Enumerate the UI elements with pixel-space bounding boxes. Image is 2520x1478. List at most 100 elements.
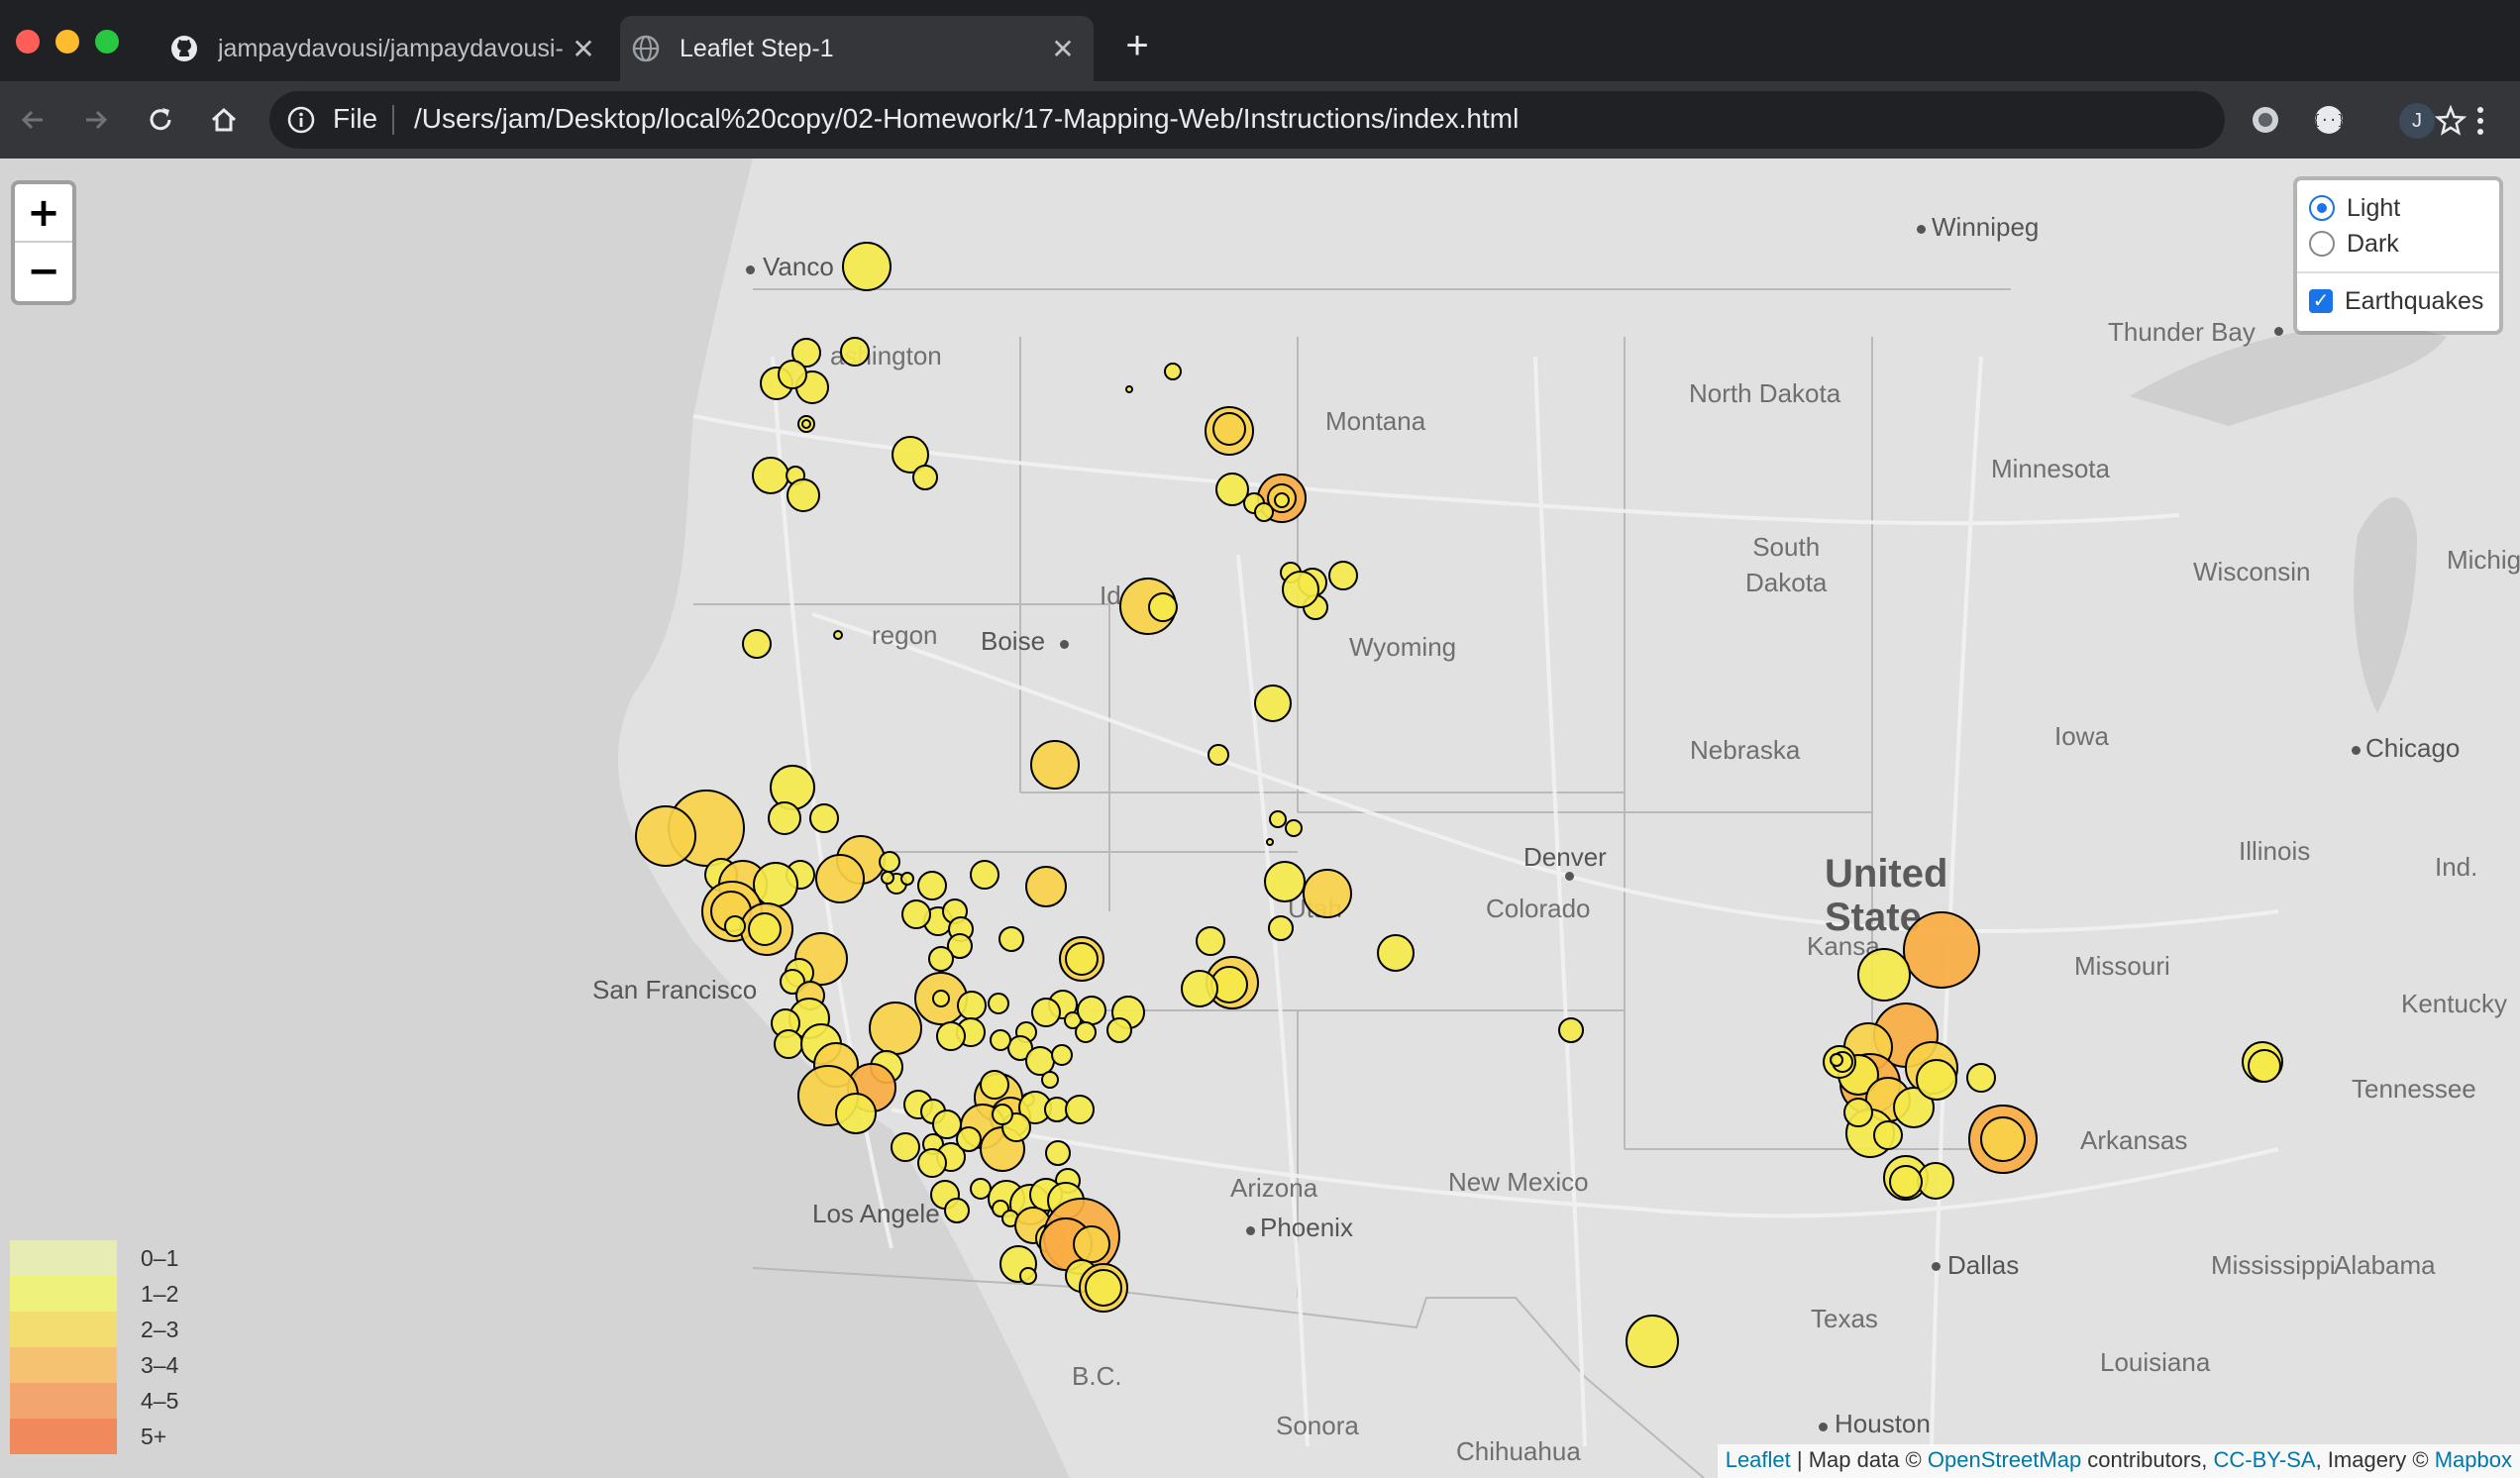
window-minimize-button[interactable] [55,30,79,53]
earthquake-marker[interactable] [1266,838,1274,846]
earthquake-marker[interactable] [1041,1071,1059,1089]
earthquake-marker[interactable] [833,630,843,640]
earthquake-marker[interactable] [1031,998,1061,1027]
earthquake-marker[interactable] [1065,942,1099,976]
close-icon[interactable]: ✕ [1046,32,1080,65]
earthquake-marker[interactable] [752,457,789,494]
kebab-menu-icon[interactable] [2470,103,2490,139]
earthquake-marker[interactable] [1196,926,1225,956]
earthquake-marker[interactable] [980,1070,1009,1100]
earthquake-marker[interactable] [1274,492,1290,508]
earthquake-marker[interactable] [1889,1165,1923,1199]
earthquake-marker[interactable] [840,337,870,367]
base-layer-dark[interactable]: Dark [2309,226,2487,262]
earthquake-marker[interactable] [988,993,1009,1014]
earthquake-marker[interactable] [928,946,954,972]
earthquake-marker[interactable] [842,242,892,291]
profile-avatar[interactable]: J [2399,103,2435,139]
earthquake-marker[interactable] [1025,866,1067,907]
earthquake-marker[interactable] [724,915,746,937]
earthquake-layer[interactable] [0,158,2520,1478]
earthquake-marker[interactable] [900,872,914,886]
earthquake-marker[interactable] [990,1029,1011,1051]
earthquake-marker[interactable] [912,465,938,490]
earthquake-marker[interactable] [1148,592,1178,622]
earthquake-marker[interactable] [881,871,894,885]
new-tab-button[interactable]: + [1117,26,1157,67]
earthquake-marker[interactable] [1558,1017,1584,1043]
checkbox-earthquakes[interactable]: ✓ [2309,289,2333,313]
earthquake-marker[interactable] [956,1126,982,1152]
earthquake-marker[interactable] [891,1132,920,1162]
earthquake-marker[interactable] [901,899,931,929]
earthquake-marker[interactable] [1212,412,1246,446]
json-extension-icon[interactable]: {··} [2308,99,2350,141]
earthquake-marker[interactable] [1073,1225,1110,1263]
earthquake-marker[interactable] [932,990,950,1007]
zoom-out-button[interactable]: − [15,243,72,301]
earthquake-marker[interactable] [1025,1046,1055,1076]
earthquake-marker[interactable] [1268,915,1294,941]
bookmark-star-icon[interactable] [2434,104,2468,137]
earthquake-marker[interactable] [1980,1116,2026,1162]
leaflet-link[interactable]: Leaflet [1726,1447,1791,1472]
mapbox-link[interactable]: Mapbox [2435,1447,2512,1472]
earthquake-marker[interactable] [957,991,987,1020]
earthquake-marker[interactable] [936,1021,966,1051]
earthquake-marker[interactable] [1830,1053,1843,1067]
earthquake-marker[interactable] [1282,571,1319,608]
radio-light[interactable] [2309,195,2335,221]
earthquake-marker[interactable] [1377,934,1415,972]
back-arrow-icon[interactable] [12,99,53,141]
earthquake-marker[interactable] [1164,363,1182,380]
earthquake-marker[interactable] [1626,1315,1679,1368]
earthquake-marker[interactable] [1215,473,1249,506]
earthquake-marker[interactable] [815,854,865,903]
earthquake-marker[interactable] [1873,1120,1903,1150]
tab-leaflet[interactable]: Leaflet Step-1 ✕ [620,16,1094,81]
overlay-earthquakes[interactable]: ✓ Earthquakes [2309,283,2487,319]
earthquake-marker[interactable] [1903,911,1980,989]
earthquake-marker[interactable] [1181,970,1218,1007]
earthquake-marker[interactable] [742,629,772,659]
earthquake-marker[interactable] [1208,744,1229,766]
close-icon[interactable]: ✕ [567,32,600,65]
earthquake-marker[interactable] [835,1093,877,1134]
earthquake-marker[interactable] [787,478,820,512]
earthquake-marker[interactable] [2248,1049,2281,1083]
earthquake-marker[interactable] [778,360,807,389]
earthquake-marker[interactable] [1285,819,1303,837]
home-icon[interactable] [203,99,245,141]
earthquake-marker[interactable] [1254,685,1292,722]
forward-arrow-icon[interactable] [75,99,117,141]
earthquake-marker[interactable] [1125,385,1133,393]
earthquake-marker[interactable] [1264,861,1306,902]
url-text[interactable]: /Users/jam/Desktop/local%20copy/02-Homew… [414,103,1519,135]
earthquake-marker[interactable] [770,765,815,810]
earthquake-marker[interactable] [768,801,801,835]
earthquake-marker[interactable] [1075,1021,1097,1043]
osm-link[interactable]: OpenStreetMap [1928,1447,2081,1472]
earthquake-marker[interactable] [1843,1098,1873,1127]
earthquake-marker[interactable] [970,1178,992,1200]
license-link[interactable]: CC-BY-SA [2213,1447,2315,1472]
earthquake-marker[interactable] [774,1029,803,1059]
earthquake-marker[interactable] [1966,1063,1996,1093]
earthquake-marker[interactable] [748,912,782,946]
tab-github[interactable]: jampaydavousi/jampaydavousi- ✕ [158,16,614,81]
earthquake-marker[interactable] [1077,996,1106,1025]
earthquake-marker[interactable] [1045,1140,1071,1166]
earthquake-marker[interactable] [917,871,947,900]
earthquake-marker[interactable] [1916,1059,1957,1101]
earthquake-marker[interactable] [1917,1162,1954,1200]
earthquake-marker[interactable] [1085,1269,1122,1307]
extension-icon[interactable] [2245,99,2286,141]
map-container[interactable]: Vanco ashington Montana North Dakota Win… [0,158,2520,1478]
earthquake-marker[interactable] [992,1104,1013,1125]
earthquake-marker[interactable] [944,1198,970,1223]
reload-icon[interactable] [140,99,181,141]
info-icon[interactable] [287,106,315,134]
base-layer-light[interactable]: Light [2309,190,2487,226]
earthquake-marker[interactable] [809,803,839,833]
earthquake-marker[interactable] [917,1148,947,1178]
